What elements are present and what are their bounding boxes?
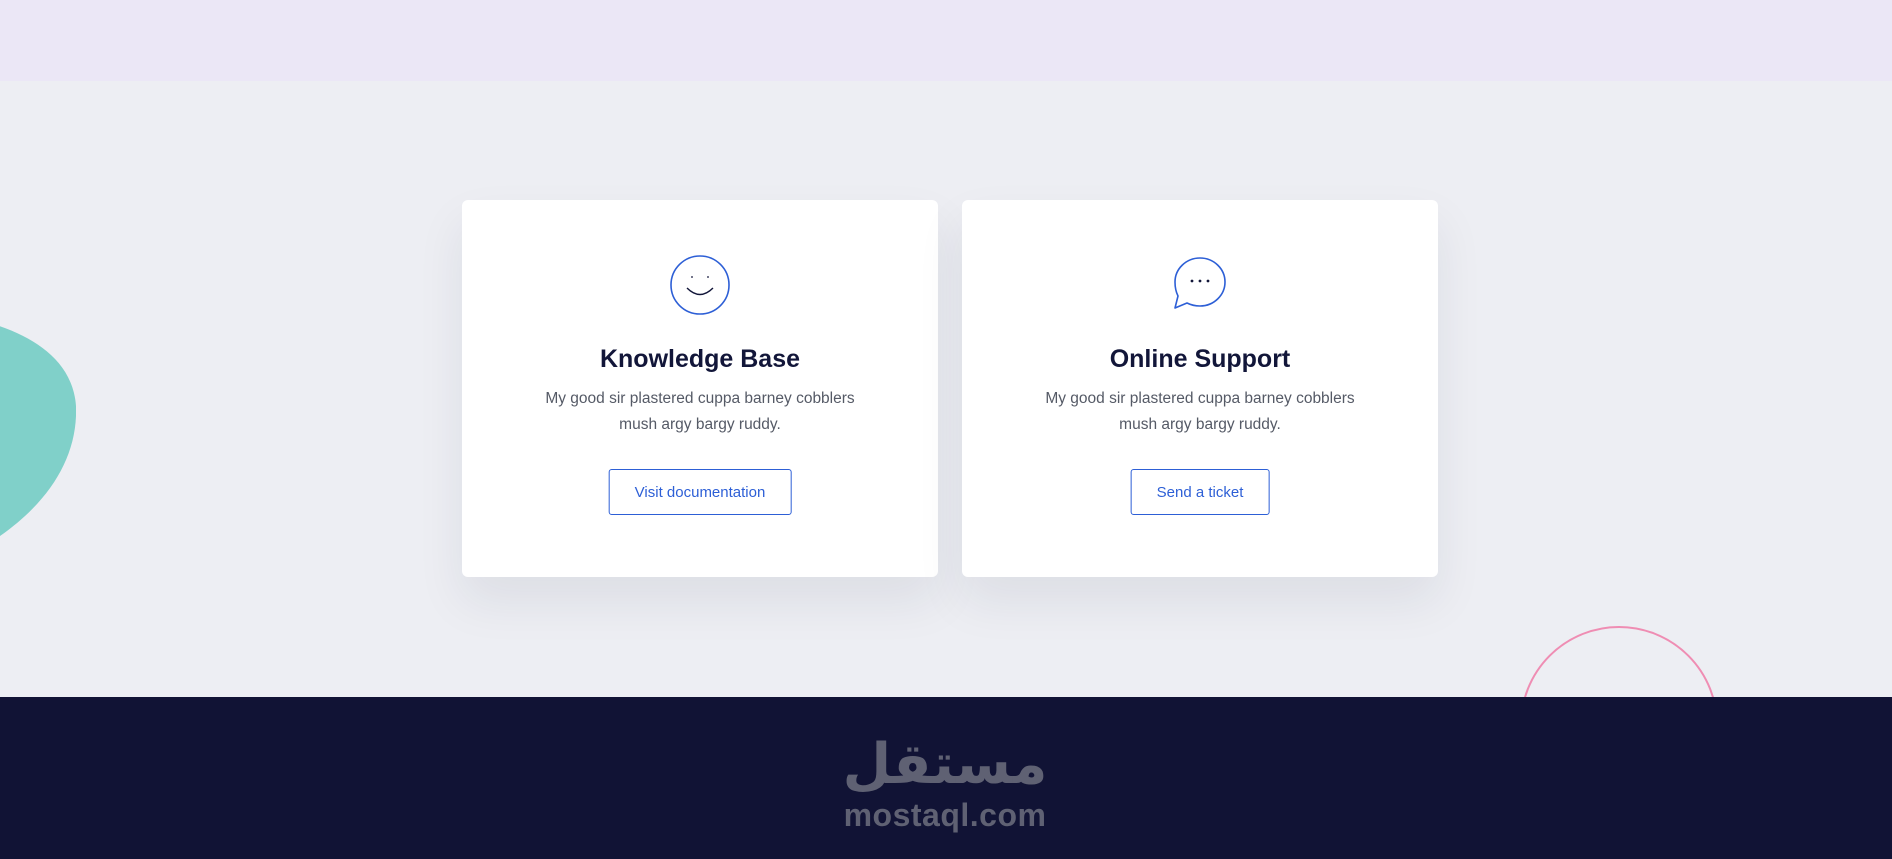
card-title: Online Support	[1109, 345, 1291, 373]
card-description: My good sir plastered cuppa barney cobbl…	[545, 390, 855, 433]
watermark-arabic-text: مستقل	[842, 732, 1048, 797]
send-ticket-button[interactable]: Send a ticket	[1130, 469, 1270, 515]
top-band	[0, 0, 1892, 81]
card-description: My good sir plastered cuppa barney cobbl…	[1045, 390, 1355, 433]
knowledge-base-card: Knowledge Base My good sir plastered cup…	[462, 200, 938, 577]
page: Knowledge Base My good sir plastered cup…	[0, 0, 1892, 859]
decorative-teal-blob	[0, 326, 76, 536]
chat-bubble-icon	[1174, 257, 1226, 309]
visit-documentation-button[interactable]: Visit documentation	[608, 469, 792, 515]
mostaql-watermark-logo: مستقل mostaql.com	[830, 732, 1060, 834]
card-title: Knowledge Base	[599, 345, 801, 373]
watermark-latin-text: mostaql.com	[843, 797, 1047, 833]
smiley-icon	[670, 255, 730, 315]
online-support-card: Online Support My good sir plastered cup…	[962, 200, 1438, 577]
